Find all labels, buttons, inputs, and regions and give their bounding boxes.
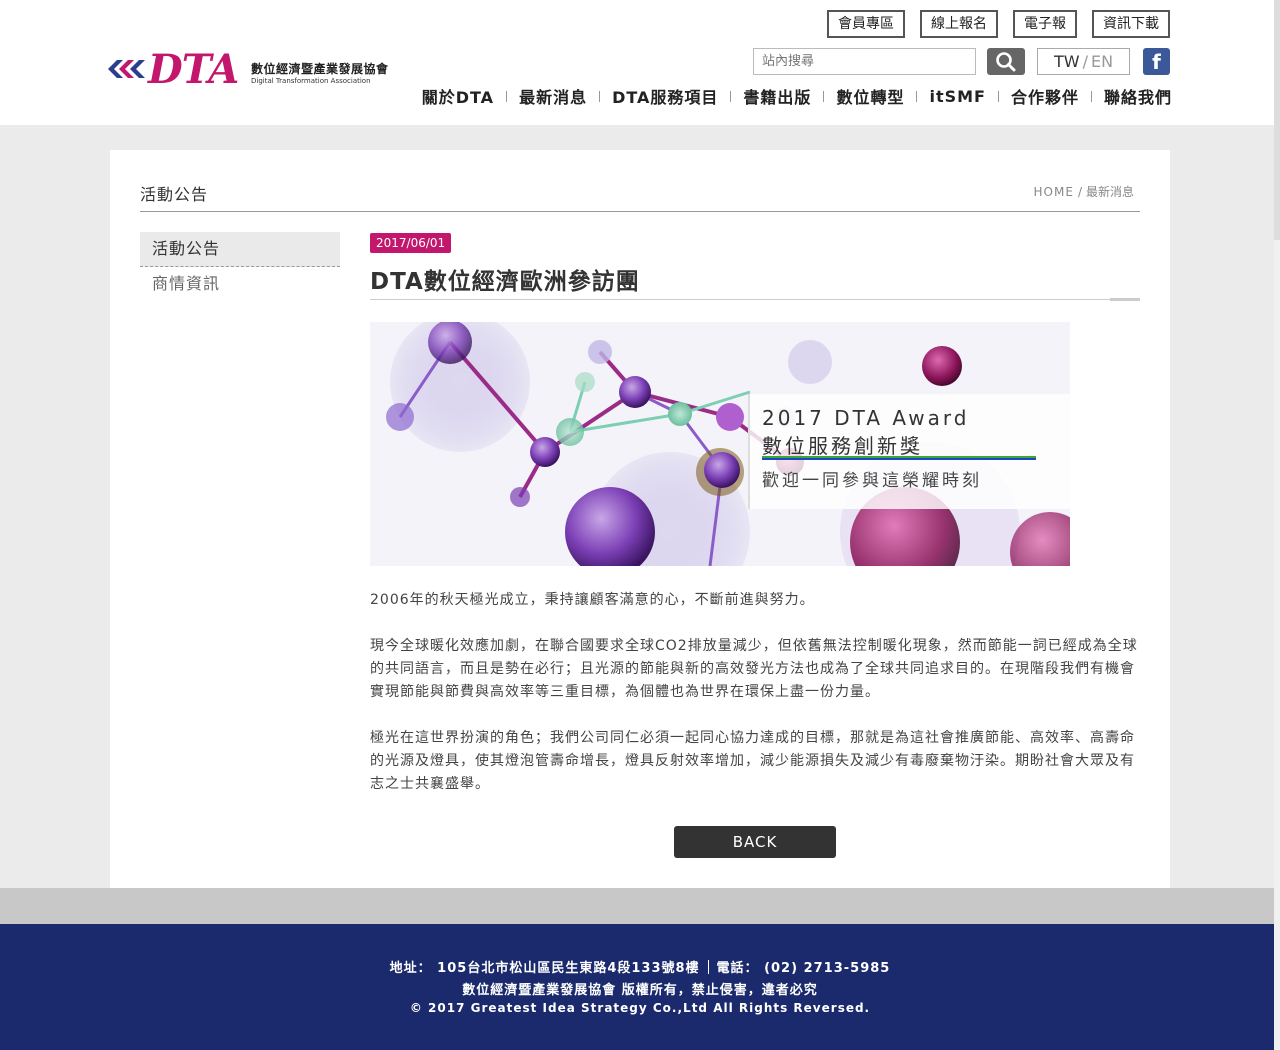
back-button[interactable]: BACK <box>674 826 836 858</box>
banner-subheadline: 數位服務創新獎 <box>762 434 923 458</box>
nav-divider <box>730 90 732 102</box>
nav-divider <box>1090 90 1092 102</box>
language-switcher: TW / EN <box>1037 48 1130 75</box>
nav-publications[interactable]: 書籍出版 <box>743 84 811 108</box>
nav-digital-transformation[interactable]: 數位轉型 <box>836 84 904 108</box>
nav-divider <box>823 90 825 102</box>
nav-divider <box>916 90 918 102</box>
breadcrumb-separator: / <box>1077 185 1082 199</box>
date-badge: 2017/06/01 <box>370 233 452 253</box>
downloads-button[interactable]: 資訊下載 <box>1092 10 1170 38</box>
nav-services[interactable]: DTA服務項目 <box>612 84 718 108</box>
nav-partners[interactable]: 合作夥伴 <box>1011 84 1079 108</box>
banner-headline: 2017 DTA Award <box>762 406 970 430</box>
online-registration-button[interactable]: 線上報名 <box>920 10 998 38</box>
footer-rights-zh: 數位經濟暨產業發展協會 版權所有，禁止侵害，違者必究 <box>462 983 818 998</box>
article-title-divider <box>370 299 1140 300</box>
nav-divider <box>997 90 999 102</box>
footer-contact-line: 地址： 105台北市松山區民生東路4段133號8樓 電話： (02) 2713-5… <box>0 957 1280 976</box>
nav-divider <box>599 90 601 102</box>
breadcrumb-current[interactable]: 最新消息 <box>1086 185 1134 199</box>
facebook-icon[interactable]: f <box>1143 48 1170 75</box>
logo-chinese-name: 數位經濟暨產業發展協會 <box>251 62 389 76</box>
article-paragraph-1: 2006年的秋天極光成立，秉持讓顧客滿意的心，不斷前進與努力。 <box>370 592 815 608</box>
banner-tagline: 歡迎一同參與這榮耀時刻 <box>762 471 982 491</box>
banner-color-lines <box>762 456 1036 460</box>
sidebar-item-announcements[interactable]: 活動公告 <box>140 232 340 267</box>
lang-separator: / <box>1082 52 1088 71</box>
newsletter-button[interactable]: 電子報 <box>1013 10 1077 38</box>
main-nav: 關於DTA 最新消息 DTA服務項目 書籍出版 數位轉型 itSMF 合作夥伴 … <box>422 84 1172 108</box>
top-buttons: 會員專區 線上報名 電子報 資訊下載 <box>827 10 1170 38</box>
member-area-button[interactable]: 會員專區 <box>827 10 905 38</box>
search-button[interactable] <box>987 48 1025 75</box>
article-title-divider-accent <box>1110 298 1140 301</box>
lang-tw-link[interactable]: TW <box>1054 52 1080 71</box>
title-divider <box>140 211 1140 212</box>
search-icon <box>996 52 1016 72</box>
footer-divider <box>707 960 709 974</box>
footer-phone: 電話： (02) 2713-5985 <box>716 961 891 976</box>
content-card: 活動公告 HOME / 最新消息 活動公告 商情資訊 2017/06/01 DTA數… <box>110 150 1170 888</box>
breadcrumb: HOME / 最新消息 <box>1034 183 1134 200</box>
article-banner-image: 2017 DTA Award 數位服務創新獎 歡迎一同參與這榮耀時刻 <box>370 322 1070 566</box>
article-paragraph-3: 極光在這世界扮演的角色；我們公司同仁必須一起同心協力達成的目標，那就是為這社會推… <box>370 730 1135 792</box>
sidebar: 活動公告 商情資訊 <box>140 232 340 302</box>
banner-text-panel: 2017 DTA Award 數位服務創新獎 歡迎一同參與這榮耀時刻 <box>748 394 1070 509</box>
logo-wordmark: DTA <box>148 46 239 93</box>
page-title: 活動公告 <box>140 185 209 204</box>
footer-address: 地址： 105台北市松山區民生東路4段133號8樓 <box>389 961 700 976</box>
footer-separator-band <box>0 888 1280 924</box>
logo-english-name: Digital Transformation Association <box>251 77 371 85</box>
site-logo[interactable]: DTA 數位經濟暨產業發展協會 Digital Transformation A… <box>108 46 393 93</box>
footer-copyright: © 2017 Greatest Idea Strategy Co.,Ltd Al… <box>409 1001 871 1015</box>
scrollbar-thumb[interactable] <box>1274 0 1280 240</box>
nav-news[interactable]: 最新消息 <box>519 84 587 108</box>
site-search-input[interactable] <box>753 48 976 75</box>
breadcrumb-home-link[interactable]: HOME <box>1034 185 1074 199</box>
nav-about[interactable]: 關於DTA <box>422 84 494 108</box>
nav-itsmf[interactable]: itSMF <box>929 87 986 106</box>
lang-en-link[interactable]: EN <box>1091 52 1113 71</box>
site-header: DTA 數位經濟暨產業發展協會 Digital Transformation A… <box>0 0 1280 125</box>
nav-divider <box>506 90 508 102</box>
banner-blue-line <box>762 458 1036 460</box>
logo-arrows-icon <box>108 60 145 78</box>
article-title: DTA數位經濟歐洲參訪團 <box>370 269 640 295</box>
site-footer: 地址： 105台北市松山區民生東路4段133號8樓 電話： (02) 2713-5… <box>0 924 1280 1050</box>
page-scrollbar[interactable] <box>1274 0 1280 1050</box>
nav-contact[interactable]: 聯絡我們 <box>1104 84 1172 108</box>
article-paragraph-2: 現今全球暖化效應加劇，在聯合國要求全球CO2排放量減少，但依舊無法控制暖化現象，… <box>370 638 1138 700</box>
sidebar-item-business-info[interactable]: 商情資訊 <box>140 267 340 302</box>
